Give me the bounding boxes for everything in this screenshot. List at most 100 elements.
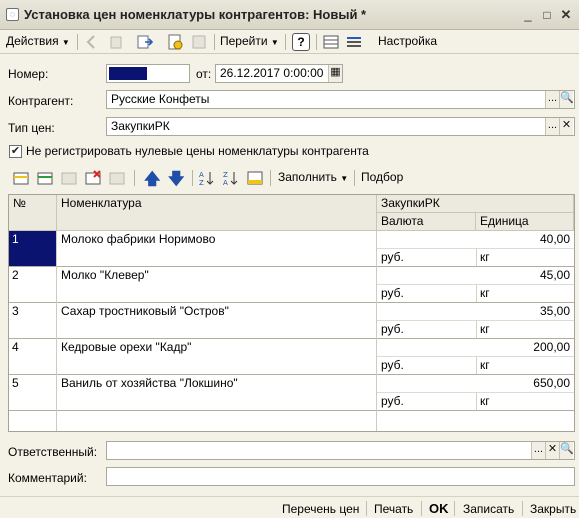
responsible-field[interactable] — [106, 441, 575, 460]
table-row[interactable]: 4 Кедровые орехи "Кадр" 200,00 руб. кг — [9, 339, 574, 375]
svg-text:A: A — [223, 179, 228, 187]
help-button[interactable]: ? — [292, 33, 310, 51]
select-ellipsis-icon[interactable]: ... — [531, 442, 545, 459]
fill-menu[interactable]: Заполнить ▼ — [278, 170, 348, 184]
select-ellipsis-icon[interactable]: ... — [545, 91, 559, 108]
goto-menu[interactable]: Перейти ▼ — [220, 34, 279, 48]
row-currency: руб. — [381, 250, 404, 264]
row-price: 650,00 — [533, 376, 570, 390]
row-name: Кедровые орехи "Кадр" — [61, 340, 192, 354]
totals-icon[interactable] — [246, 169, 264, 187]
search-icon[interactable]: 🔍 — [559, 442, 574, 459]
toolbar-divider — [354, 170, 355, 186]
edit-row-icon[interactable] — [60, 169, 78, 187]
column-divider — [376, 231, 377, 431]
button-divider — [454, 501, 455, 516]
chevron-down-icon: ▼ — [340, 174, 349, 183]
button-divider — [522, 501, 523, 516]
cell-divider — [476, 321, 477, 339]
settings-button[interactable]: Настройка — [378, 34, 437, 48]
move-up-icon[interactable]: 🡅 — [144, 168, 160, 195]
row-num: 3 — [12, 304, 19, 318]
price-type-label: Тип цен: — [8, 121, 55, 135]
price-type-value: ЗакупкиРК — [111, 119, 170, 133]
print-button[interactable]: Печать — [374, 502, 413, 516]
row-currency: руб. — [381, 322, 404, 336]
row-price: 40,00 — [539, 232, 570, 246]
ok-button[interactable]: OK — [429, 501, 449, 516]
columns-icon[interactable] — [322, 33, 340, 51]
delete-row-icon[interactable] — [84, 169, 102, 187]
svg-text:Z: Z — [223, 171, 228, 179]
comment-field[interactable] — [106, 467, 575, 486]
header-currency[interactable]: Валюта — [377, 213, 476, 231]
calendar-icon[interactable]: ▦ — [328, 65, 342, 82]
end-edit-icon[interactable] — [108, 169, 126, 187]
table-row[interactable]: 2 Молко "Клевер" 45,00 руб. кг — [9, 267, 574, 303]
prices-table: № Номенклатура ЗакупкиРК Валюта Единица … — [8, 194, 575, 432]
toolbar-divider — [77, 34, 78, 50]
app-icon: ◌ — [6, 8, 19, 21]
list-settings-icon[interactable] — [345, 33, 363, 51]
move-down-icon[interactable]: 🡇 — [168, 168, 184, 195]
table-row[interactable]: 5 Ваниль от хозяйства "Локшино" 650,00 р… — [9, 375, 574, 411]
header-num[interactable]: № — [9, 195, 57, 231]
row-num: 1 — [12, 232, 19, 246]
svg-text:A: A — [199, 171, 204, 179]
price-type-field[interactable]: ЗакупкиРК — [106, 117, 575, 136]
button-divider — [366, 501, 367, 516]
clear-icon[interactable]: ✕ — [545, 442, 559, 459]
document-refresh-icon[interactable] — [166, 33, 184, 51]
search-icon[interactable]: 🔍 — [559, 91, 574, 108]
close-form-button[interactable]: Закрыть — [530, 502, 576, 516]
table-row[interactable]: 1 Молоко фабрики Норимово 40,00 руб. кг — [9, 231, 574, 267]
copy-icon[interactable] — [108, 33, 126, 51]
actions-menu[interactable]: Действия ▼ — [6, 34, 70, 48]
row-currency: руб. — [381, 394, 404, 408]
row-unit: кг — [480, 250, 490, 264]
pick-button[interactable]: Подбор — [361, 170, 403, 184]
maximize-button[interactable]: □ — [539, 7, 555, 23]
title-bar: ◌ Установка цен номенклатуры контрагенто… — [0, 0, 579, 30]
cell-divider — [476, 285, 477, 303]
header-price-group[interactable]: ЗакупкиРК — [377, 195, 574, 213]
sort-desc-icon[interactable]: ZA — [222, 169, 240, 187]
header-unit[interactable]: Единица — [476, 213, 574, 231]
row-name: Ваниль от хозяйства "Локшино" — [61, 376, 238, 390]
skip-zero-checkbox[interactable]: ✔ — [9, 145, 22, 158]
toolbar-divider — [214, 34, 215, 50]
select-ellipsis-icon[interactable]: ... — [545, 118, 559, 135]
close-button[interactable]: ✕ — [558, 7, 574, 23]
structure-icon[interactable] — [190, 33, 208, 51]
back-icon[interactable] — [83, 33, 101, 51]
actions-label: Действия — [6, 34, 59, 48]
toolbar-divider — [270, 170, 271, 186]
bottom-bar: Перечень цен Печать OK Записать Закрыть — [0, 496, 579, 518]
minimize-button[interactable]: _ — [520, 7, 536, 23]
cell-divider — [476, 393, 477, 411]
post-document-icon[interactable] — [136, 33, 154, 51]
add-row-icon[interactable] — [12, 169, 30, 187]
row-name: Молоко фабрики Норимово — [61, 232, 216, 246]
window-title: Установка цен номенклатуры контрагентов:… — [24, 7, 367, 22]
cell-divider — [476, 357, 477, 375]
clear-icon[interactable]: ✕ — [559, 118, 573, 135]
toolbar-divider — [316, 34, 317, 50]
row-price: 35,00 — [539, 304, 570, 318]
goto-label: Перейти — [220, 34, 268, 48]
table-row[interactable]: 3 Сахар тростниковый "Остров" 35,00 руб.… — [9, 303, 574, 339]
row-unit: кг — [480, 286, 490, 300]
save-button[interactable]: Записать — [463, 502, 514, 516]
price-list-button[interactable]: Перечень цен — [282, 502, 359, 516]
sort-asc-icon[interactable]: AZ — [198, 169, 216, 187]
row-unit: кг — [480, 322, 490, 336]
counterparty-field[interactable]: Русские Конфеты — [106, 90, 575, 109]
header-nomenclature[interactable]: Номенклатура — [57, 195, 377, 231]
toolbar-divider — [134, 170, 135, 186]
date-field[interactable]: 26.12.2017 0:00:00 — [215, 64, 343, 83]
chevron-down-icon: ▼ — [270, 38, 279, 47]
copy-row-icon[interactable] — [36, 169, 54, 187]
row-price: 45,00 — [539, 268, 570, 282]
row-num: 5 — [12, 376, 19, 390]
number-field[interactable] — [106, 64, 190, 83]
